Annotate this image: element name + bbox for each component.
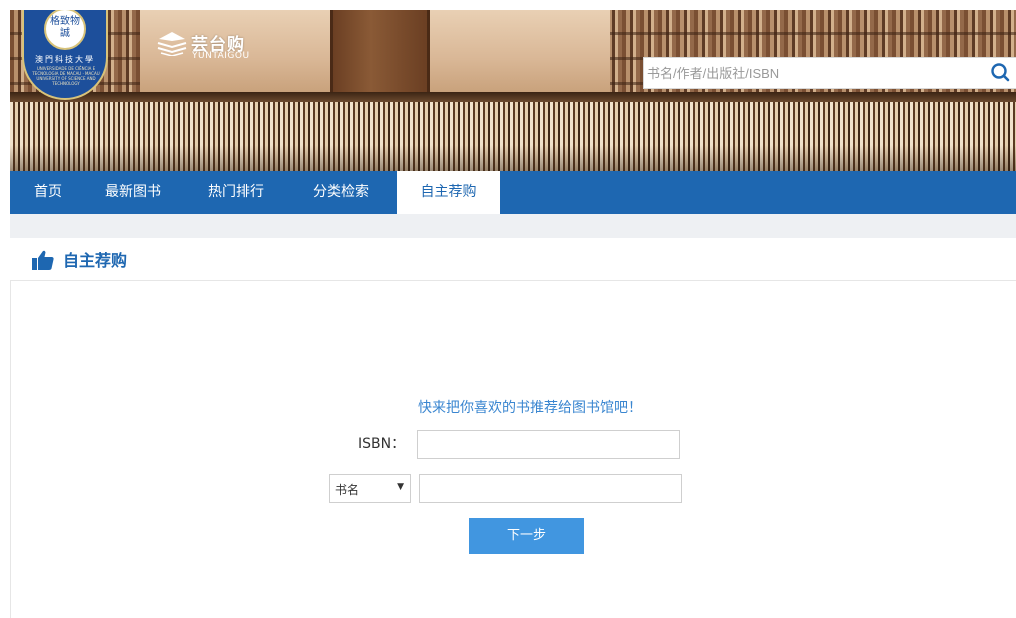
search-field-select[interactable]: 书名 ▼ [329, 474, 411, 503]
chevron-down-icon: ▼ [397, 482, 404, 492]
nav-item-new-books[interactable]: 最新图书 [105, 171, 161, 214]
recommend-prompt: 快来把你喜欢的书推荐给图书馆吧！ [418, 400, 642, 416]
nav-item-hot-ranking[interactable]: 热门排行 [208, 171, 264, 214]
section-title: 自主荐购 [63, 251, 128, 270]
university-name-cn: 澳門科技大學 [35, 55, 95, 64]
search-box [643, 57, 1016, 89]
university-seal-icon: 格致物誠 [44, 10, 86, 50]
nav-item-self-recommend[interactable]: 自主荐购 [397, 171, 500, 214]
banner-door-image [330, 10, 430, 92]
sub-bar [10, 214, 1016, 238]
search-field-select-value: 书名 [335, 483, 360, 497]
nav-item-category-search[interactable]: 分类检索 [313, 171, 369, 214]
university-logo[interactable]: 格致物誠 澳門科技大學 UNIVERSIDADE DE CIÊNCIA E TE… [22, 10, 108, 100]
seal-text: 格致物誠 [50, 16, 80, 39]
brand-stack-icon [157, 32, 187, 56]
search-button[interactable] [986, 58, 1016, 88]
search-field-input[interactable] [419, 474, 682, 503]
brand-name-en: YUNTAIGOU [192, 51, 250, 61]
thumbs-up-icon [32, 250, 54, 270]
banner-rail-image [10, 92, 1016, 102]
content-left-border [10, 281, 11, 618]
next-step-button[interactable]: 下一步 [469, 518, 584, 554]
section-header: 自主荐购 [10, 238, 1016, 281]
header-banner: 格致物誠 澳門科技大學 UNIVERSIDADE DE CIÊNCIA E TE… [10, 10, 1016, 171]
university-name-en: UNIVERSIDADE DE CIÊNCIA E TECNOLOGIA DE … [32, 66, 100, 86]
nav-item-home[interactable]: 首页 [34, 171, 62, 214]
isbn-label: ISBN： [358, 436, 406, 452]
banner-shade [10, 145, 1016, 171]
search-input[interactable] [644, 58, 984, 88]
page: 格致物誠 澳門科技大學 UNIVERSIDADE DE CIÊNCIA E TE… [0, 0, 1016, 618]
search-icon [991, 63, 1010, 82]
main-nav: 首页 最新图书 热门排行 分类检索 自主荐购 [10, 171, 1016, 214]
isbn-input[interactable] [417, 430, 680, 459]
